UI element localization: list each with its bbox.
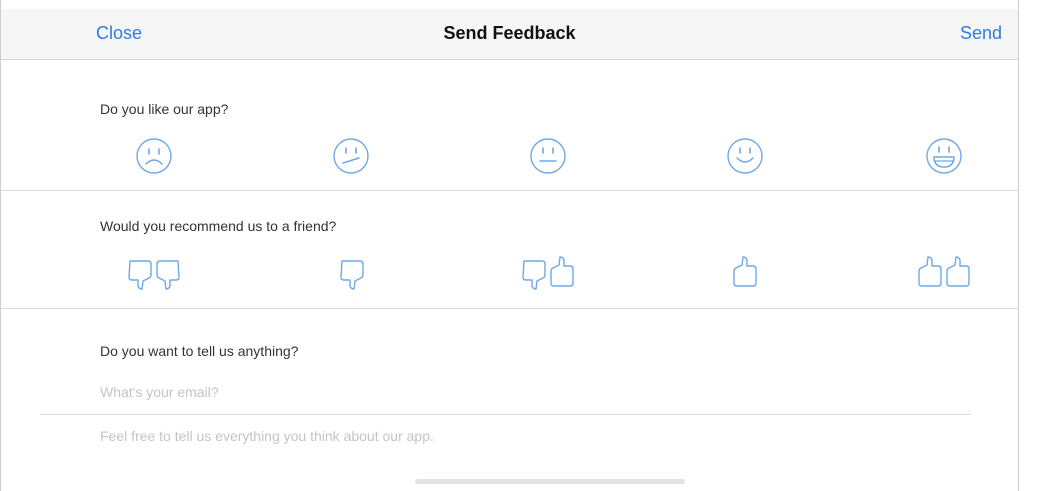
- like-question: Do you like our app?: [100, 101, 229, 117]
- laughing-face-icon: [926, 138, 962, 174]
- home-indicator: [415, 479, 685, 484]
- rating-very-happy-button[interactable]: [916, 136, 972, 176]
- recommend-probably-button[interactable]: [717, 253, 773, 293]
- feedback-sheet: Close Send Feedback Send Do you like our…: [0, 0, 1019, 491]
- section-divider: [1, 190, 1018, 191]
- very-sad-face-icon: [136, 138, 172, 174]
- thumbs-down-up-icon: [522, 256, 574, 290]
- recommend-options: [1, 253, 1018, 297]
- nav-bar: Close Send Feedback Send: [1, 9, 1018, 60]
- smile-face-icon: [727, 138, 763, 174]
- rating-unsure-button[interactable]: [323, 136, 379, 176]
- rating-happy-button[interactable]: [717, 136, 773, 176]
- recommend-question: Would you recommend us to a friend?: [100, 218, 337, 234]
- page-title: Send Feedback: [443, 23, 576, 43]
- rating-very-sad-button[interactable]: [126, 136, 182, 176]
- rating-neutral-button[interactable]: [520, 136, 576, 176]
- field-divider: [41, 414, 971, 415]
- send-button[interactable]: Send: [960, 23, 1002, 44]
- recommend-probably-not-button[interactable]: [323, 253, 379, 293]
- neutral-face-icon: [530, 138, 566, 174]
- recommend-definitely-not-button[interactable]: [126, 253, 182, 293]
- like-options: [1, 136, 1018, 180]
- thumb-down-icon: [340, 260, 364, 290]
- unsure-face-icon: [333, 138, 369, 174]
- message-question: Do you want to tell us anything?: [100, 343, 299, 359]
- recommend-definitely-button[interactable]: [916, 253, 972, 293]
- recommend-maybe-button[interactable]: [520, 253, 576, 293]
- section-divider: [1, 308, 1018, 309]
- two-thumbs-up-icon: [918, 256, 970, 287]
- thumb-up-icon: [733, 256, 757, 287]
- message-textarea[interactable]: [100, 428, 960, 468]
- email-field[interactable]: [100, 381, 960, 403]
- two-thumbs-down-icon: [128, 260, 180, 290]
